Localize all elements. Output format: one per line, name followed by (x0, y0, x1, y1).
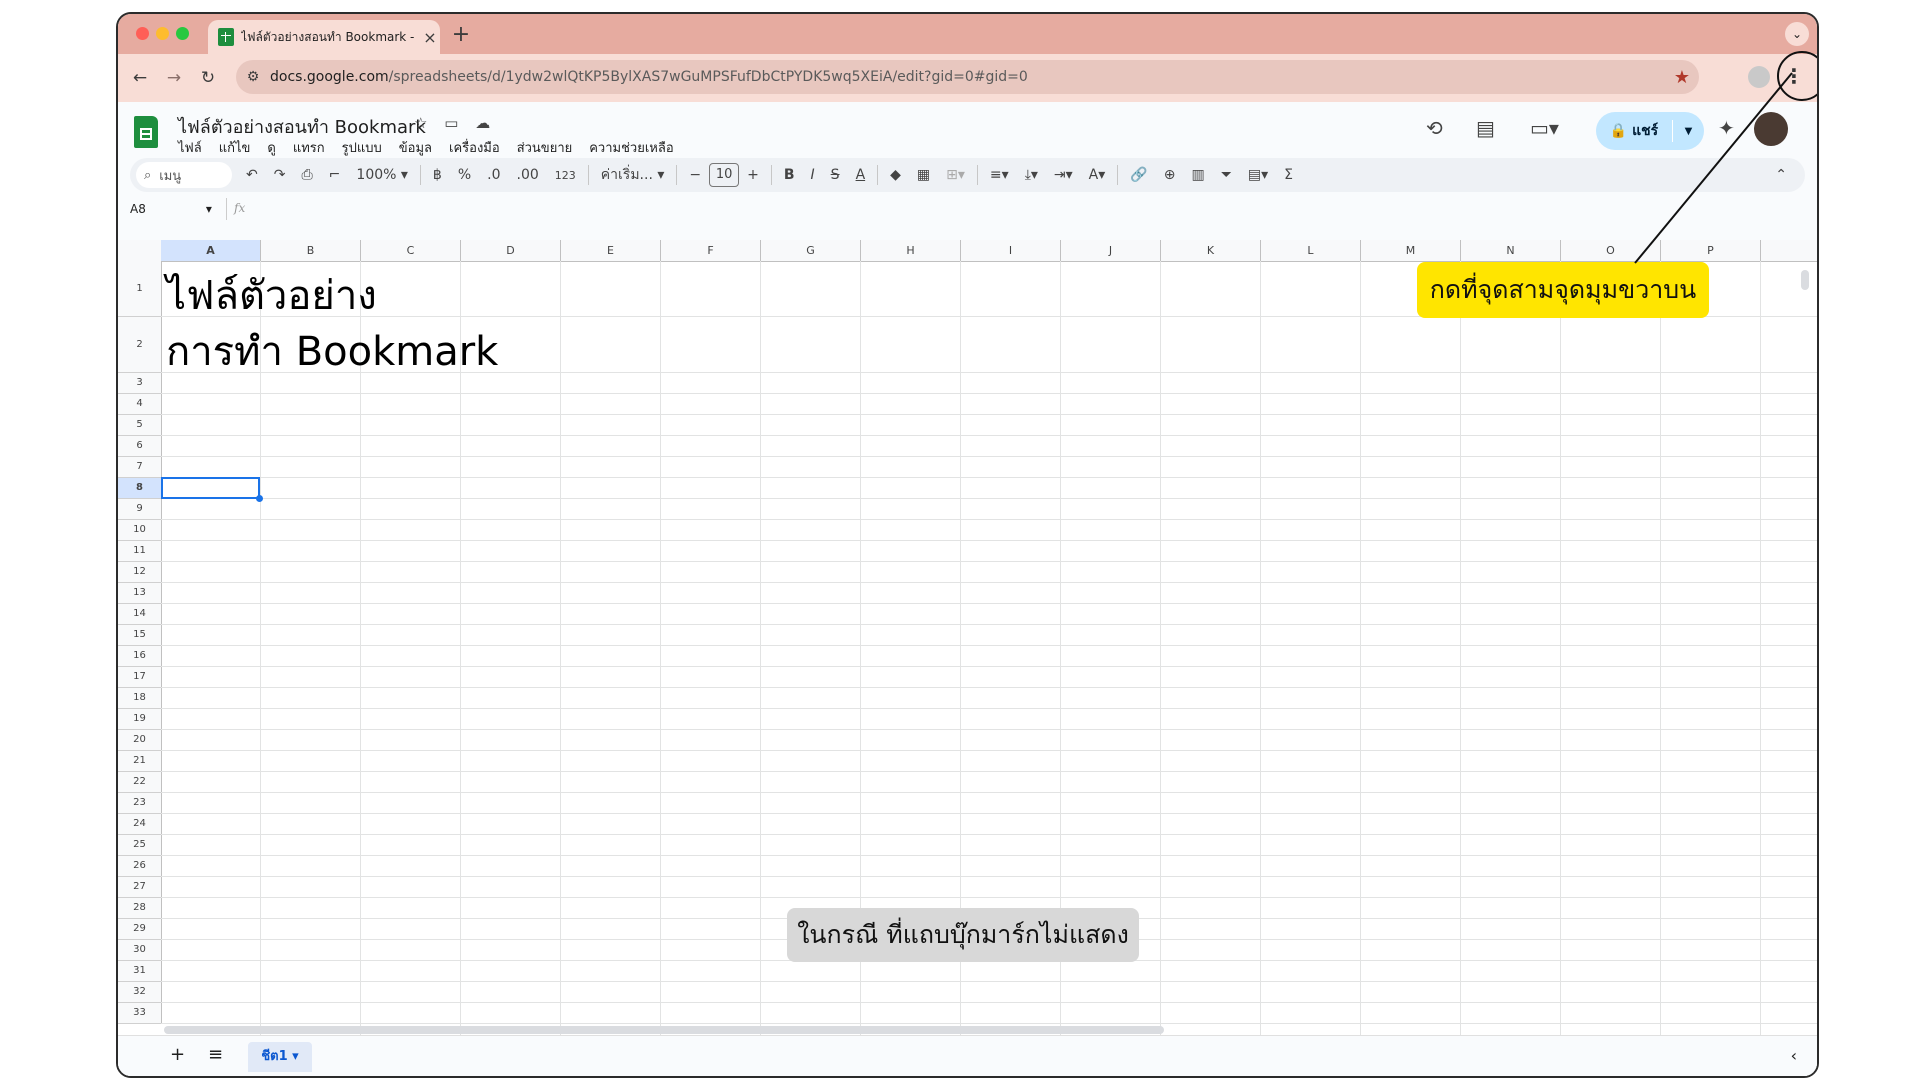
pointer-line (1634, 72, 1793, 264)
pointer-line-segment (1634, 72, 1793, 264)
